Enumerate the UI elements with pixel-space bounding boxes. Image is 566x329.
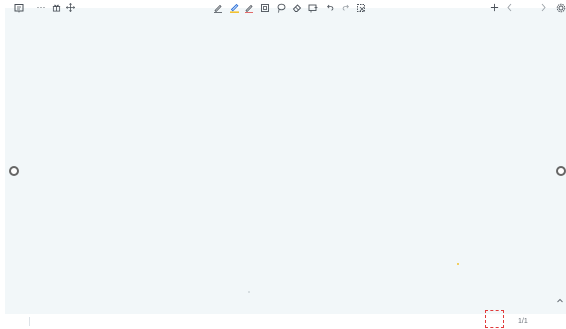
collapse-toolbar-button[interactable] (555, 296, 565, 306)
redo-button[interactable] (340, 0, 350, 15)
next-page-button[interactable] (539, 0, 548, 15)
chevron-up-icon (557, 298, 563, 303)
lasso-tool-button[interactable] (275, 0, 286, 15)
pen-alt-icon (244, 4, 253, 13)
highlighter-tool-button[interactable] (228, 0, 240, 15)
undo-icon (326, 4, 333, 11)
notes-icon (308, 4, 317, 12)
highlighter-icon (229, 3, 239, 13)
undo-button[interactable] (325, 0, 335, 15)
clear-icon (356, 3, 365, 12)
more-button[interactable]: ··· (36, 0, 46, 15)
whiteboard-icon (14, 3, 23, 12)
settings-button[interactable] (555, 0, 566, 15)
right-page-handle[interactable] (556, 166, 566, 176)
move-button[interactable] (65, 0, 75, 15)
notes-tool-button[interactable] (307, 0, 318, 15)
shapes-tool-button[interactable] (259, 0, 270, 15)
more-icon: ··· (36, 2, 46, 12)
canvas-stroke-dot (457, 263, 459, 265)
eraser-tool-button[interactable] (291, 0, 302, 15)
move-icon (65, 3, 75, 12)
previous-page-button[interactable] (505, 0, 514, 15)
eraser-icon (292, 3, 301, 12)
lasso-icon (277, 3, 285, 13)
bottom-toolbar (0, 314, 566, 329)
redo-icon (342, 4, 349, 11)
toolbar-divider (29, 317, 30, 326)
gift-button[interactable] (51, 0, 61, 15)
chevron-left-icon (507, 3, 512, 12)
shapes-icon (260, 3, 269, 12)
add-page-highlight-box (485, 310, 504, 328)
left-page-handle[interactable] (9, 166, 19, 176)
add-page-button[interactable] (489, 0, 500, 15)
gift-icon (52, 4, 60, 12)
page-indicator: 1/1 (518, 318, 528, 325)
settings-icon (556, 3, 565, 12)
pen-icon (213, 4, 222, 13)
whiteboard-canvas[interactable] (5, 8, 566, 314)
pen-tool-button[interactable] (212, 0, 223, 15)
clear-canvas-button[interactable] (355, 0, 366, 15)
chevron-right-icon (541, 3, 546, 12)
canvas-stroke-dot (248, 291, 250, 293)
whiteboard-button[interactable] (13, 0, 24, 15)
add-page-icon (490, 3, 499, 12)
pen-alt-tool-button[interactable] (243, 0, 254, 15)
